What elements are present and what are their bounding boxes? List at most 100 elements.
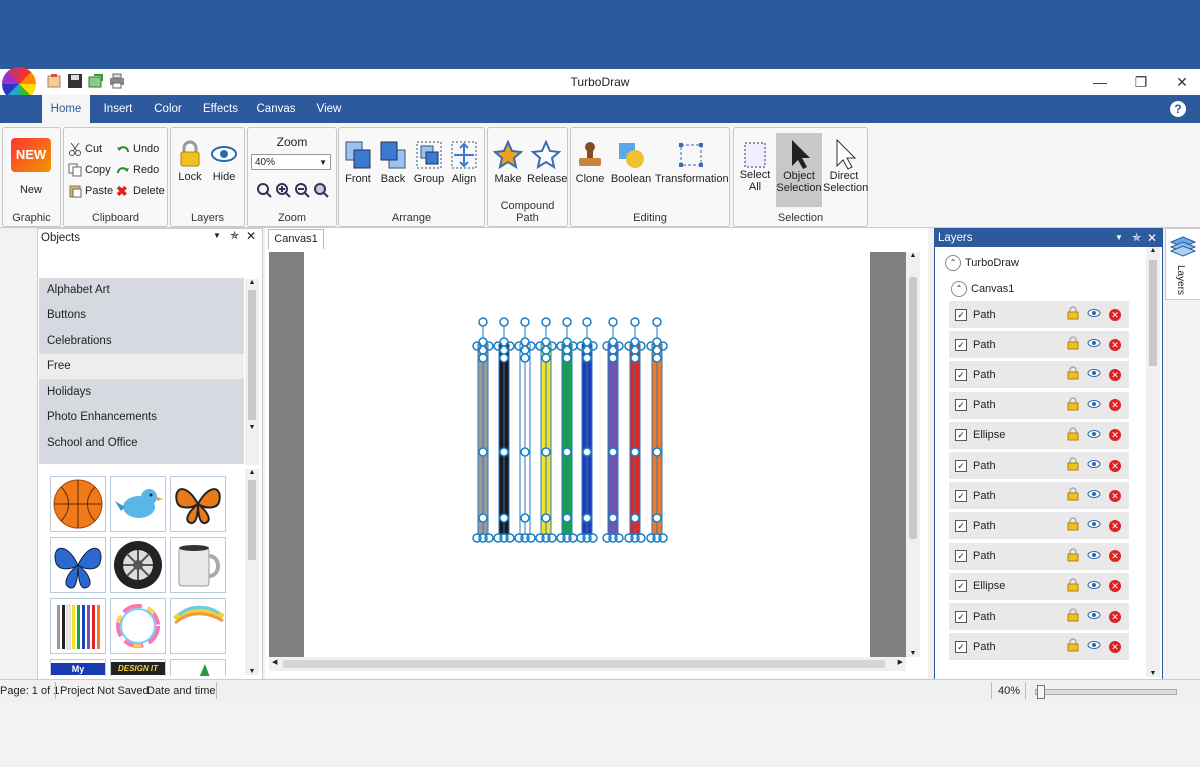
delete-layer-icon[interactable]: ✕: [1109, 308, 1121, 321]
category-item[interactable]: Alphabet Art: [39, 278, 244, 303]
lock-icon[interactable]: [1067, 336, 1079, 353]
canvas-page[interactable]: [304, 252, 870, 657]
layer-visible-checkbox[interactable]: ✓: [955, 308, 967, 321]
eye-icon[interactable]: [1087, 580, 1101, 593]
thumb-bird[interactable]: [110, 476, 166, 532]
thumb-basketball[interactable]: [50, 476, 106, 532]
clone-button[interactable]: Clone: [573, 140, 607, 185]
delete-layer-icon[interactable]: ✕: [1109, 610, 1121, 623]
thumb-paint-stroke[interactable]: [170, 598, 226, 654]
lock-icon[interactable]: [1067, 396, 1079, 414]
layer-row[interactable]: ✓ Ellipse ✕: [949, 572, 1129, 603]
delete-layer-icon[interactable]: ✕: [1109, 640, 1121, 653]
lock-icon[interactable]: [1067, 578, 1079, 595]
layer-row[interactable]: ✓ Path ✕: [949, 361, 1129, 392]
eye-icon[interactable]: [1087, 550, 1101, 563]
delete-layer-icon[interactable]: ✕: [1109, 580, 1121, 593]
category-item-selected[interactable]: Free: [39, 354, 244, 379]
pin-icon[interactable]: ✯: [1132, 229, 1141, 247]
collapse-icon[interactable]: ⌃: [945, 255, 961, 271]
layer-row[interactable]: ✓ Path ✕: [949, 391, 1129, 422]
canvas-horizontal-scrollbar[interactable]: ◀ ▶: [269, 657, 906, 671]
lock-button[interactable]: Lock: [175, 140, 205, 183]
delete-layer-icon[interactable]: ✕: [1109, 489, 1121, 502]
lock-icon[interactable]: [1067, 517, 1079, 534]
layer-visible-checkbox[interactable]: ✓: [955, 580, 967, 593]
thumb-monarch-butterfly[interactable]: [170, 476, 226, 532]
tab-view[interactable]: View: [309, 95, 349, 123]
eye-icon[interactable]: [1087, 610, 1101, 623]
delete-button[interactable]: ✖ Delete: [116, 182, 165, 200]
paste-button[interactable]: Paste: [68, 182, 113, 200]
tab-color[interactable]: Color: [147, 95, 189, 123]
layer-visible-checkbox[interactable]: ✓: [955, 368, 967, 381]
thumb-tire[interactable]: [110, 537, 166, 593]
layer-visible-checkbox[interactable]: ✓: [955, 429, 967, 442]
group-button[interactable]: Group: [413, 140, 445, 185]
category-item[interactable]: Buttons: [39, 303, 244, 328]
zoom-select[interactable]: 40% ▼: [251, 154, 331, 170]
eye-icon[interactable]: [1087, 519, 1101, 532]
layer-row[interactable]: ✓ Path ✕: [949, 331, 1129, 362]
panel-close-icon[interactable]: ✕: [246, 229, 256, 243]
align-button[interactable]: Align: [448, 140, 480, 185]
eye-icon[interactable]: [1087, 338, 1101, 351]
category-item[interactable]: Photo Enhancements: [39, 405, 244, 430]
panel-dropdown-icon[interactable]: ▼: [213, 231, 221, 240]
lock-icon[interactable]: [1067, 638, 1079, 655]
layers-scrollbar[interactable]: ▲ ▼: [1146, 247, 1160, 677]
thumb-leaf[interactable]: [170, 659, 226, 676]
eye-icon[interactable]: [1087, 459, 1101, 472]
thumb-color-ring[interactable]: [110, 598, 166, 654]
restore-icon[interactable]: ❐: [1131, 72, 1151, 92]
new-graphic-button[interactable]: NEW New: [7, 138, 55, 204]
layer-visible-checkbox[interactable]: ✓: [955, 610, 967, 623]
tab-home[interactable]: Home: [42, 95, 90, 123]
hide-button[interactable]: Hide: [209, 140, 239, 183]
direct-selection-button[interactable]: Direct Selection: [823, 133, 868, 194]
eye-icon[interactable]: [1087, 308, 1101, 321]
layer-row[interactable]: ✓ Path ✕: [949, 633, 1129, 664]
lock-icon[interactable]: [1067, 547, 1079, 565]
eye-icon[interactable]: [1087, 368, 1101, 381]
tree-canvas[interactable]: ⌃ Canvas1: [951, 281, 1014, 297]
eye-icon[interactable]: [1087, 640, 1101, 653]
layer-row[interactable]: ✓ Path ✕: [949, 482, 1129, 513]
delete-layer-icon[interactable]: ✕: [1109, 550, 1121, 563]
category-item[interactable]: Holidays: [39, 380, 244, 405]
category-scrollbar[interactable]: ▲ ▼: [245, 279, 259, 465]
thumb-logo[interactable]: My: [50, 659, 106, 676]
delete-layer-icon[interactable]: ✕: [1109, 338, 1121, 351]
lock-icon[interactable]: [1067, 487, 1079, 504]
thumb-pencils[interactable]: [50, 598, 106, 654]
transformation-button[interactable]: Transformation: [655, 140, 729, 185]
zoom-fit-icon[interactable]: [256, 182, 272, 201]
layer-visible-checkbox[interactable]: ✓: [955, 399, 967, 412]
tab-insert[interactable]: Insert: [97, 95, 139, 123]
delete-layer-icon[interactable]: ✕: [1109, 459, 1121, 472]
layer-row[interactable]: ✓ Path ✕: [949, 603, 1129, 633]
delete-layer-icon[interactable]: ✕: [1109, 399, 1121, 412]
lock-icon[interactable]: [1067, 608, 1079, 625]
canvas-vertical-scrollbar[interactable]: ▲ ▼: [906, 252, 920, 657]
layer-row[interactable]: ✓ Path ✕: [949, 542, 1129, 573]
category-item[interactable]: School and Office: [39, 431, 244, 456]
layer-visible-checkbox[interactable]: ✓: [955, 640, 967, 653]
thumbs-scrollbar[interactable]: ▲ ▼: [245, 469, 259, 675]
object-selection-button[interactable]: Object Selection: [776, 133, 822, 207]
zoom-in-icon[interactable]: [275, 182, 291, 201]
help-icon[interactable]: ?: [1170, 101, 1186, 117]
front-button[interactable]: Front: [342, 140, 374, 185]
layer-row[interactable]: ✓ Path ✕: [949, 452, 1129, 482]
boolean-button[interactable]: Boolean: [609, 140, 653, 185]
lock-icon[interactable]: [1067, 366, 1079, 383]
close-icon[interactable]: ✕: [1172, 72, 1192, 92]
zoom-slider-thumb[interactable]: [1037, 685, 1046, 699]
thumb-mug[interactable]: [170, 537, 226, 593]
minimize-icon[interactable]: —: [1090, 72, 1110, 92]
zoom-slider[interactable]: [1035, 685, 1177, 699]
tree-root[interactable]: ⌃ TurboDraw: [945, 255, 1019, 271]
copy-button[interactable]: Copy: [68, 161, 111, 179]
pin-icon[interactable]: ✯: [230, 229, 239, 242]
delete-layer-icon[interactable]: ✕: [1109, 429, 1121, 442]
